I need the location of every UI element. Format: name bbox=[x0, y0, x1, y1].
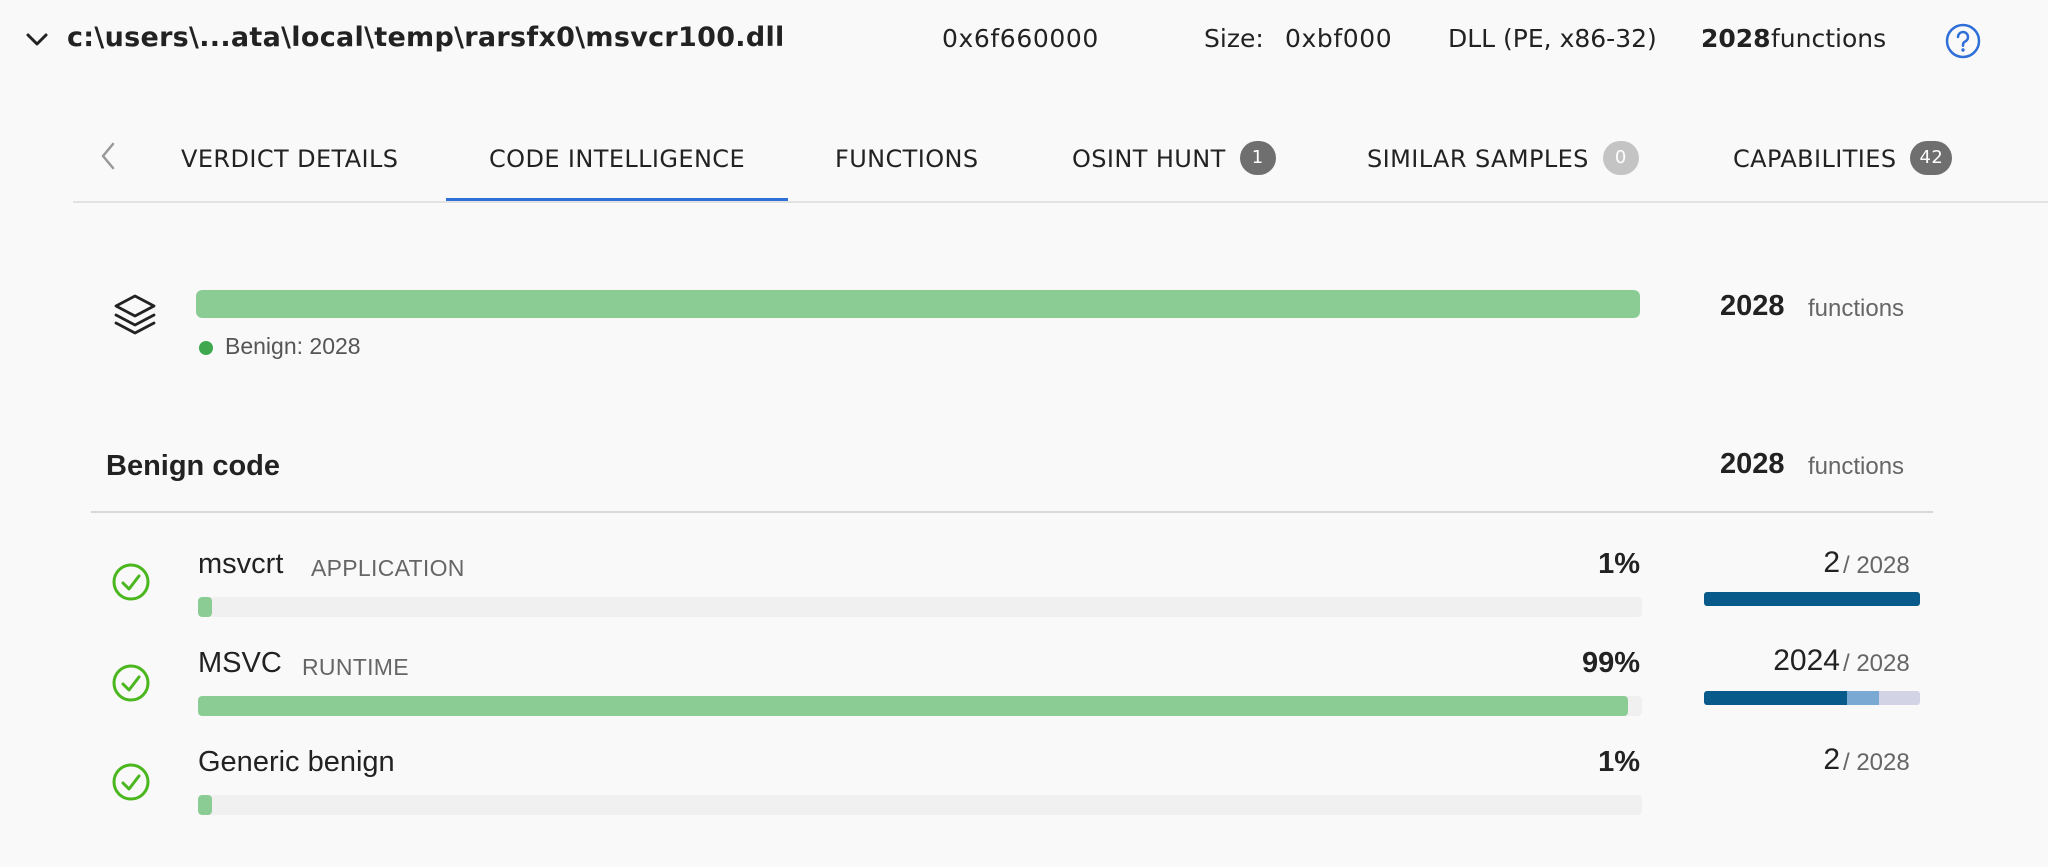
summary-bar bbox=[196, 290, 1640, 318]
summary-unit: functions bbox=[1808, 295, 1905, 322]
mini-bar-segment bbox=[1704, 592, 1920, 606]
chevron-down-icon[interactable] bbox=[24, 30, 50, 50]
osint-hunt-badge: 1 bbox=[1239, 141, 1276, 175]
row-count: 2024 bbox=[1773, 644, 1840, 677]
row-name: Generic benign bbox=[198, 746, 395, 778]
row-total: / 2028 bbox=[1843, 749, 1910, 776]
row-bar-fill bbox=[198, 696, 1628, 716]
row-mini-bar bbox=[1704, 592, 1920, 606]
section-title: Benign code bbox=[106, 450, 281, 482]
help-icon[interactable] bbox=[1945, 23, 1981, 59]
tab-verdict-details[interactable]: VERDICT DETAILS bbox=[181, 120, 398, 201]
row-name: MSVC bbox=[198, 647, 282, 679]
section-divider bbox=[91, 511, 1933, 513]
row-bar bbox=[198, 597, 1642, 617]
function-count: 2028 bbox=[1701, 24, 1771, 53]
check-circle-icon bbox=[112, 563, 150, 601]
capabilities-badge: 42 bbox=[1910, 141, 1953, 175]
summary-bar-fill bbox=[196, 290, 1640, 318]
row-bar-fill bbox=[198, 795, 213, 815]
chevron-left-icon[interactable] bbox=[97, 140, 119, 172]
base-address: 0x6f660000 bbox=[942, 24, 1099, 53]
row-tag: APPLICATION bbox=[311, 555, 465, 581]
file-type: DLL (PE, x86-32) bbox=[1448, 24, 1657, 53]
section-unit: functions bbox=[1808, 453, 1905, 480]
tab-bar: VERDICT DETAILS CODE INTELLIGENCE FUNCTI… bbox=[73, 120, 2048, 203]
similar-samples-badge: 0 bbox=[1602, 141, 1639, 175]
check-circle-icon bbox=[112, 664, 150, 702]
size-label: Size: bbox=[1204, 24, 1264, 53]
row-mini-bar bbox=[1704, 691, 1920, 705]
section-count: 2028 bbox=[1720, 448, 1785, 480]
row-tag: RUNTIME bbox=[302, 654, 409, 680]
row-total: / 2028 bbox=[1843, 650, 1910, 677]
check-circle-icon bbox=[112, 763, 150, 801]
row-count: 2 bbox=[1823, 743, 1840, 776]
row-bar-fill bbox=[198, 597, 213, 617]
row-bar bbox=[198, 696, 1642, 716]
tab-similar-samples[interactable]: SIMILAR SAMPLES 0 bbox=[1367, 120, 1639, 201]
mini-bar-segment bbox=[1704, 691, 1847, 705]
row-percent: 1% bbox=[1598, 746, 1640, 778]
row-name: msvcrt bbox=[198, 548, 284, 580]
benign-legend-label: Benign: 2028 bbox=[225, 333, 361, 359]
tab-code-intelligence[interactable]: CODE INTELLIGENCE bbox=[446, 120, 789, 201]
row-percent: 99% bbox=[1581, 647, 1640, 679]
row-total: / 2028 bbox=[1843, 552, 1910, 579]
row-percent: 1% bbox=[1598, 548, 1640, 580]
row-count: 2 bbox=[1823, 546, 1840, 579]
benign-legend-dot bbox=[199, 341, 213, 355]
function-label: functions bbox=[1771, 24, 1887, 53]
tab-functions[interactable]: FUNCTIONS bbox=[835, 120, 979, 201]
tab-osint-hunt[interactable]: OSINT HUNT 1 bbox=[1072, 120, 1276, 201]
row-bar bbox=[198, 795, 1642, 815]
size-value: 0xbf000 bbox=[1285, 24, 1393, 53]
summary-count: 2028 bbox=[1720, 290, 1785, 322]
file-header: c:\users\...ata\local\temp\rarsfx0\msvcr… bbox=[0, 0, 2048, 80]
tab-capabilities[interactable]: CAPABILITIES 42 bbox=[1733, 120, 1953, 201]
mini-bar-segment bbox=[1846, 691, 1879, 705]
layers-icon bbox=[114, 294, 156, 335]
file-path: c:\users\...ata\local\temp\rarsfx0\msvcr… bbox=[67, 22, 785, 53]
